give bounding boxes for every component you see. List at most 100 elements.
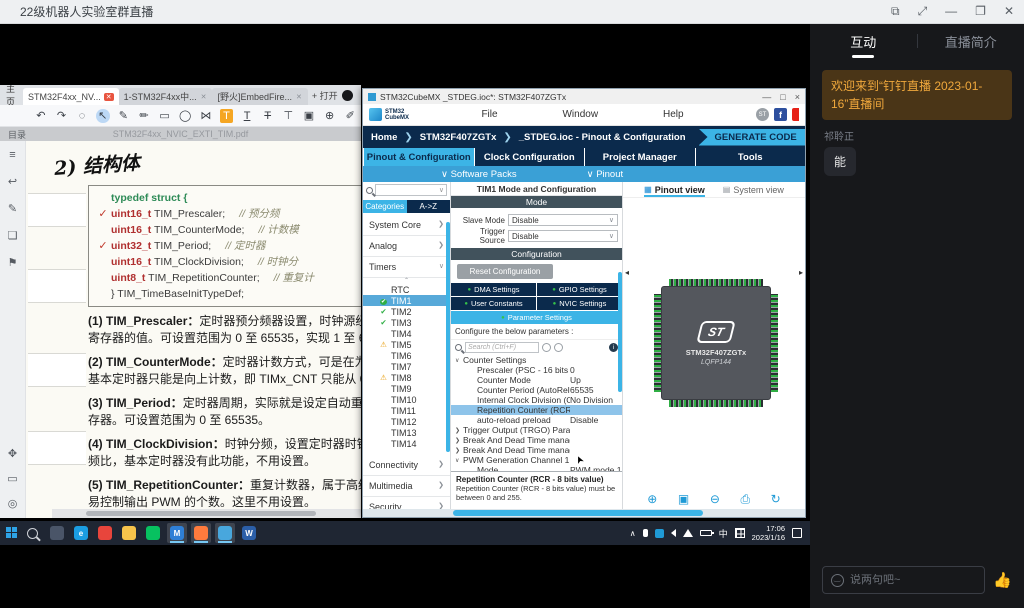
ime-grid-icon[interactable] (735, 528, 745, 538)
component-group[interactable]: Analog (363, 236, 450, 257)
settings-tab[interactable]: User Constants (451, 297, 536, 310)
parameter-row[interactable]: auto-reload preload Disable (451, 415, 622, 425)
mode-select[interactable]: Disable∨ (508, 214, 618, 226)
reset-configuration-button[interactable]: Reset Configuration (457, 264, 553, 279)
taskbar-app-edge[interactable]: e (71, 523, 91, 543)
parameters-scrollbar[interactable] (618, 272, 622, 392)
stamp-icon[interactable]: ✐ (343, 109, 357, 123)
parameter-row[interactable]: PWM Generation Channel 1 (451, 455, 622, 465)
timer-item[interactable]: TIM3 (363, 317, 450, 328)
more-menu-icon[interactable]: ⋮ (359, 90, 361, 101)
software-packs-dropdown[interactable]: Software Packs (441, 169, 517, 180)
tray-expand-icon[interactable]: ∧ (630, 529, 636, 538)
best-fit-icon[interactable]: ▣ (678, 492, 689, 506)
taskbar-clock[interactable]: 17:06 2023/1/16 (752, 524, 785, 542)
emoji-icon[interactable] (831, 574, 844, 587)
restore-button[interactable]: ❐ (975, 4, 986, 19)
notification-center-icon[interactable] (792, 528, 802, 538)
tab-system-view[interactable]: ▤System view (723, 182, 784, 197)
mcu-chip[interactable]: ST STM32F407ZGTx LQFP144 (661, 286, 771, 400)
polygon-icon[interactable]: ⋈ (199, 109, 213, 123)
chat-input-box[interactable] (822, 566, 985, 594)
minimize-button[interactable]: — (762, 92, 771, 102)
battery-icon[interactable] (700, 530, 712, 536)
breadcrumb-home[interactable]: Home (371, 132, 397, 143)
tab-close-icon[interactable]: ✕ (295, 93, 303, 101)
scrollbar-thumb[interactable] (453, 510, 703, 516)
main-tab[interactable]: Clock Configuration (474, 148, 585, 166)
taskbar-search-icon[interactable] (27, 528, 38, 539)
st-community-icon[interactable]: ST (756, 108, 769, 121)
main-tab[interactable]: Project Manager (584, 148, 695, 166)
timer-item[interactable]: RTC (363, 284, 450, 295)
hand-icon[interactable]: ✥ (8, 447, 17, 460)
pencil-icon[interactable]: ✎ (117, 109, 131, 123)
document-tab[interactable]: STM32F4xx_NV... ✕ (23, 88, 119, 105)
like-button[interactable]: 👍 (993, 571, 1012, 589)
highlight-icon[interactable]: T (220, 109, 234, 123)
tab-pinout-view[interactable]: ▦Pinout view (644, 182, 705, 197)
menu-item[interactable]: Help (663, 109, 684, 120)
image-icon[interactable]: ▣ (302, 109, 316, 123)
taskbar-app-word[interactable]: W (239, 523, 259, 543)
timer-item[interactable]: TIM12 (363, 416, 450, 427)
youtube-icon[interactable] (792, 108, 799, 121)
parameter-row[interactable]: Internal Clock Division (CK... No Divisi… (451, 395, 622, 405)
minimize-button[interactable]: — (945, 4, 957, 19)
timer-item[interactable]: TIM5 (363, 339, 450, 350)
web-icon[interactable]: ⊕ (323, 109, 337, 123)
tab-close-icon[interactable]: ✕ (200, 93, 208, 101)
redo-icon[interactable]: ↷ (55, 109, 69, 123)
taskbar-app-wechat[interactable] (143, 523, 163, 543)
rectangle-icon[interactable]: ▭ (158, 109, 172, 123)
parameter-row[interactable]: Counter Mode Up (451, 375, 622, 385)
timer-item[interactable]: TIM6 (363, 350, 450, 361)
pen-icon[interactable]: ✏ (137, 109, 151, 123)
pdf-horizontal-scrollbar[interactable] (52, 509, 361, 518)
export-icon[interactable]: ⎙ (740, 492, 750, 507)
chip-pins-left[interactable] (654, 294, 661, 392)
parameter-row[interactable]: Repetition Counter (RCR - ... (451, 405, 622, 415)
breadcrumb-project[interactable]: _STDEG.ioc - Pinout & Configuration (519, 132, 686, 143)
underline-icon[interactable]: T (240, 109, 254, 123)
component-group[interactable]: Connectivity (363, 455, 450, 476)
expand-all-icon[interactable] (542, 343, 551, 352)
chip-pins-top[interactable] (669, 279, 763, 286)
chip-pins-bottom[interactable] (669, 400, 763, 407)
tray-app-icon[interactable] (655, 529, 664, 538)
parameter-row[interactable]: Counter Settings (451, 355, 622, 365)
timer-item[interactable]: TIM7 (363, 361, 450, 372)
tab-close-icon[interactable]: ✕ (104, 93, 114, 101)
parameter-row[interactable]: Prescaler (PSC - 16 bits va... 0 (451, 365, 622, 375)
main-tab[interactable]: Pinout & Configuration (363, 148, 474, 166)
document-tab[interactable]: [野火]EmbedFire... ✕ (212, 88, 307, 105)
component-group[interactable]: System Core (363, 215, 450, 236)
chat-input[interactable] (850, 574, 976, 586)
pip-button[interactable]: ⧉ (891, 4, 900, 19)
ellipse-icon[interactable]: ◯ (178, 109, 192, 123)
collapse-left-icon[interactable]: ◂ (625, 268, 629, 277)
timer-item[interactable]: TIM14 (363, 438, 450, 449)
toc-button[interactable]: 目录 (8, 128, 26, 141)
menu-item[interactable]: Window (562, 109, 598, 120)
menu-item[interactable]: File (481, 109, 497, 120)
timer-item[interactable]: TIM4 (363, 328, 450, 339)
target-icon[interactable]: ◎ (8, 497, 18, 510)
parameter-row[interactable]: Trigger Output (TRGO) Paramet... (451, 425, 622, 435)
settings-tab[interactable]: NVIC Settings (537, 297, 622, 310)
chip-pins-right[interactable] (771, 294, 778, 392)
start-button[interactable] (6, 527, 18, 539)
timer-item[interactable]: TIM10 (363, 394, 450, 405)
tab-a-to-z[interactable]: A->Z (407, 200, 451, 213)
taskbar-app-folder[interactable] (119, 523, 139, 543)
settings-tab[interactable]: Parameter Settings (451, 311, 622, 324)
fullscreen-button[interactable]: ⤢ (918, 4, 928, 19)
snapshot-icon[interactable]: ▭ (7, 472, 17, 485)
breadcrumb-mcu[interactable]: STM32F407ZGTx (420, 132, 497, 143)
settings-tab[interactable]: DMA Settings (451, 283, 536, 296)
pinout-canvas[interactable]: ◂ ▸ ST STM32F407ZGTx LQFP144 (623, 198, 805, 489)
timer-item[interactable]: TIM2 (363, 306, 450, 317)
annotate-icon[interactable]: ✎ (8, 202, 17, 215)
network-icon[interactable] (683, 529, 693, 537)
facebook-icon[interactable]: f (774, 108, 787, 121)
